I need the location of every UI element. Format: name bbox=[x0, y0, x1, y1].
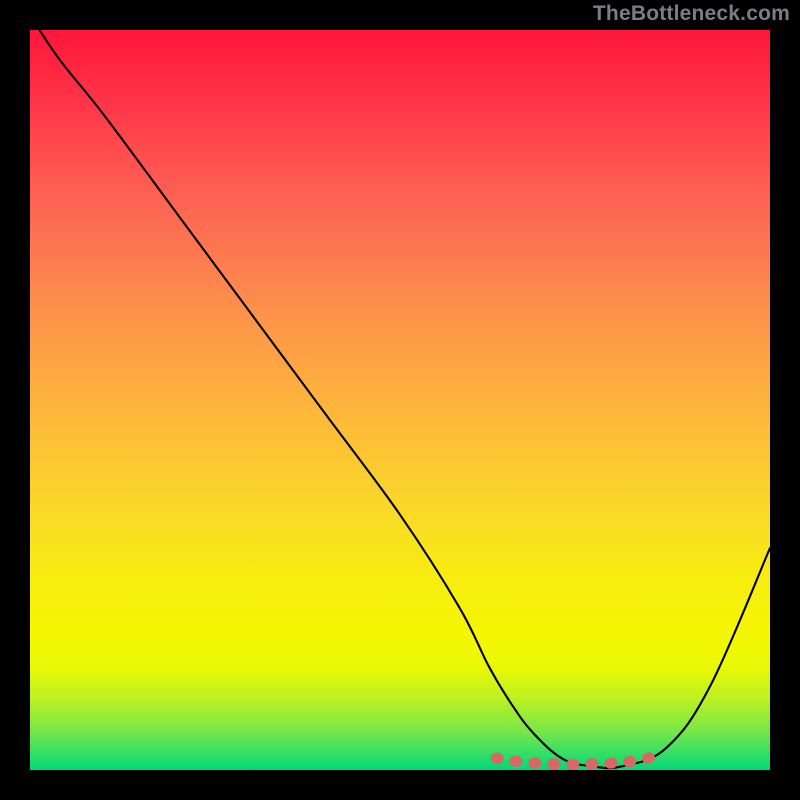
chart-area bbox=[30, 30, 770, 770]
optimal-region-path bbox=[496, 757, 651, 764]
attribution-text: TheBottleneck.com bbox=[593, 2, 790, 26]
bottleneck-curve-path bbox=[30, 15, 770, 768]
chart-svg bbox=[30, 30, 770, 770]
